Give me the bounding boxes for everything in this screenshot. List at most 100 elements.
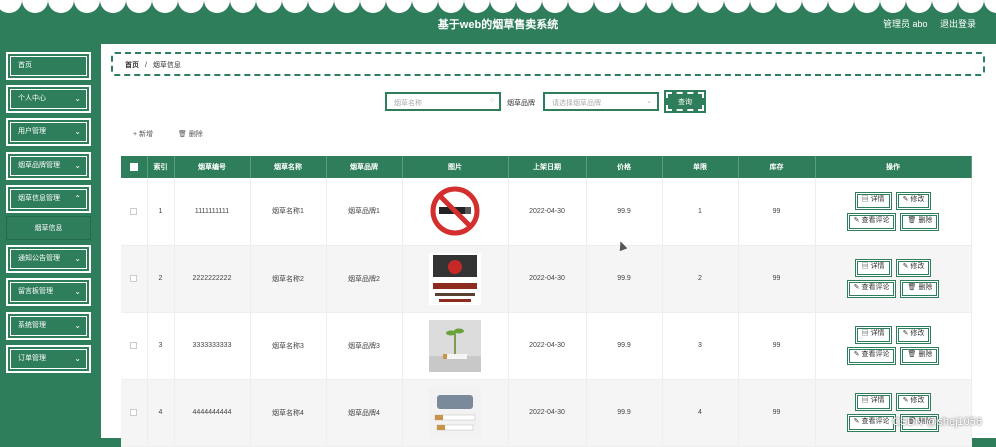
logout-link[interactable]: 退出登录 [940,19,976,29]
chevron-down-icon: ⌄ [74,321,81,330]
cell-index: 1 [147,178,175,246]
delete-selected-button[interactable]: 🗑 删除 [178,129,203,139]
cell-price: 99.9 [586,178,663,246]
column-header: 烟草品牌 [326,156,403,178]
sprout-cigarette-image [429,319,481,372]
detail-button[interactable]: ▤ 详情 [854,326,892,344]
chevron-down-icon: ⌄ [74,127,81,136]
sidebar-item-messages[interactable]: 留言板管理 ⌄ [6,278,91,306]
row-checkbox[interactable] [121,245,148,313]
table-row: 2 2222222222 烟草名称2 烟草品牌2 2022-04-30 99.9… [121,245,972,313]
cell-price: 99.9 [586,245,663,313]
view-comments-button[interactable]: ✎ 查看评论 [846,212,897,231]
sidebar-item-tobacco-info[interactable]: 烟草信息管理 ⌃ [6,185,91,213]
cell-stock: 99 [738,312,816,380]
brand-select[interactable]: 请选择烟草品牌 ⌄ [543,92,659,111]
sidebar-item-brands[interactable]: 烟草品牌管理 ⌄ [6,152,91,180]
sidebar-item-home[interactable]: 首页 [6,52,91,80]
column-header: 价格 [586,156,663,178]
chevron-down-icon: ⌄ [74,254,81,263]
row-checkbox[interactable] [121,312,148,380]
view-comments-button[interactable]: ✎ 查看评论 [846,414,897,432]
sidebar-item-system[interactable]: 系统管理 ⌄ [6,312,91,340]
main-content: 首页 / 烟草信息 烟草名称 ○ 烟草品牌 请选择烟草品牌 ⌄ 查询 + 新增 … [101,44,996,447]
cell-name: 烟草名称4 [250,379,327,447]
chevron-down-icon: ⌄ [74,354,81,363]
trash-icon: 🗑 [178,131,187,138]
cell-name: 烟草名称1 [250,178,327,246]
table-row: 1 1111111111 烟草名称1 烟草品牌1 2022-04-30 99.9… [121,178,972,246]
cell-operations: ▤ 详情 ✎ 修改 ✎ 查看评论 🗑 删除 [815,312,972,380]
watermark: CSDN @shej1056 [891,416,982,428]
cell-name: 烟草名称3 [250,312,327,380]
table-row: 3 3333333333 烟草名称3 烟草品牌3 2022-04-30 99.9… [121,312,972,380]
breadcrumb: 首页 / 烟草信息 [111,52,985,76]
cell-date: 2022-04-30 [508,312,587,380]
sidebar: 首页 个人中心 ⌄ 用户管理 ⌄ 烟草品牌管理 ⌄ 烟草信息管理 ⌃ 烟草信息 通知公告… [0,44,100,438]
chevron-down-icon: ⌄ [646,98,652,105]
delete-button[interactable]: 🗑 删除 [900,347,940,365]
view-comments-button[interactable]: ✎ 查看评论 [846,280,897,298]
column-header: 库存 [738,156,816,178]
brand-select-placeholder: 请选择烟草品牌 [552,100,601,107]
admin-user-label: 管理员 abo [882,19,928,29]
chevron-down-icon: ⌄ [74,94,81,103]
stop-cigarettes-image [429,386,481,439]
table-row: 4 4444444444 烟草名称4 烟草品牌4 2022-04-30 99.9… [121,379,972,447]
query-button[interactable]: 查询 [664,90,706,113]
cell-index: 4 [147,379,175,447]
tobacco-name-input[interactable]: 烟草名称 ○ [385,92,501,111]
cell-image [402,245,509,313]
cell-image [402,178,509,246]
row-checkbox[interactable] [121,379,148,447]
column-header: 上架日期 [508,156,587,178]
top-header: 基于web的烟草售卖系统 管理员 abo 退出登录 [0,0,996,44]
edit-button[interactable]: ✎ 修改 [895,393,932,411]
sidebar-item-profile[interactable]: 个人中心 ⌄ [6,85,91,113]
breadcrumb-separator: / [144,62,147,69]
column-header: 索引 [147,156,175,178]
cell-operations: ▤ 详情 ✎ 修改 ✎ 查看评论 🗑 删除 [815,379,972,447]
select-all-checkbox[interactable] [121,156,148,178]
cell-code: 2222222222 [174,245,251,313]
cell-date: 2022-04-30 [508,379,587,447]
cell-index: 3 [147,312,175,380]
cell-image [402,379,509,447]
column-header: 操作 [815,156,972,178]
column-header: 烟草名称 [250,156,327,178]
sidebar-subitem-tobacco-info[interactable]: 烟草信息 [6,216,91,240]
cell-code: 1111111111 [174,178,251,246]
brand-label: 烟草品牌 [507,100,535,107]
cell-operations: ▤ 详情 ✎ 修改 ✎ 查看评论 🗑 删除 [815,178,972,246]
column-header: 烟草编号 [174,156,251,178]
cell-limit: 1 [662,178,739,246]
cell-limit: 2 [662,245,739,313]
detail-button[interactable]: ▤ 详情 [854,191,892,210]
cell-date: 2022-04-30 [508,178,587,246]
detail-button[interactable]: ▤ 详情 [854,393,892,411]
sidebar-item-users[interactable]: 用户管理 ⌄ [6,118,91,146]
cell-index: 2 [147,245,175,313]
edit-button[interactable]: ✎ 修改 [895,326,932,344]
add-button[interactable]: + 新增 [133,129,153,139]
cell-operations: ▤ 详情 ✎ 修改 ✎ 查看评论 🗑 删除 [815,245,972,313]
detail-button[interactable]: ▤ 详情 [854,259,892,277]
cell-brand: 烟草品牌3 [326,312,403,380]
row-checkbox[interactable] [121,178,148,246]
column-header: 图片 [402,156,509,178]
view-comments-button[interactable]: ✎ 查看评论 [846,347,897,365]
breadcrumb-current: 烟草信息 [152,62,181,69]
sidebar-item-orders[interactable]: 订单管理 ⌄ [6,345,91,373]
table-header-row: 索引 烟草编号 烟草名称 烟草品牌 图片 上架日期 价格 单限 库存 操作 [121,156,972,178]
edit-button[interactable]: ✎ 修改 [895,259,932,277]
sidebar-item-notices[interactable]: 通知公告管理 ⌄ [6,245,91,273]
cell-limit: 4 [662,379,739,447]
cell-name: 烟草名称2 [250,245,327,313]
anti-smoking-poster-image [429,252,481,305]
edit-button[interactable]: ✎ 修改 [895,191,932,210]
cell-brand: 烟草品牌1 [326,178,403,246]
delete-button[interactable]: 🗑 删除 [900,212,940,231]
breadcrumb-home[interactable]: 首页 [125,62,139,69]
delete-button[interactable]: 🗑 删除 [900,280,940,298]
no-smoking-image [429,185,481,238]
